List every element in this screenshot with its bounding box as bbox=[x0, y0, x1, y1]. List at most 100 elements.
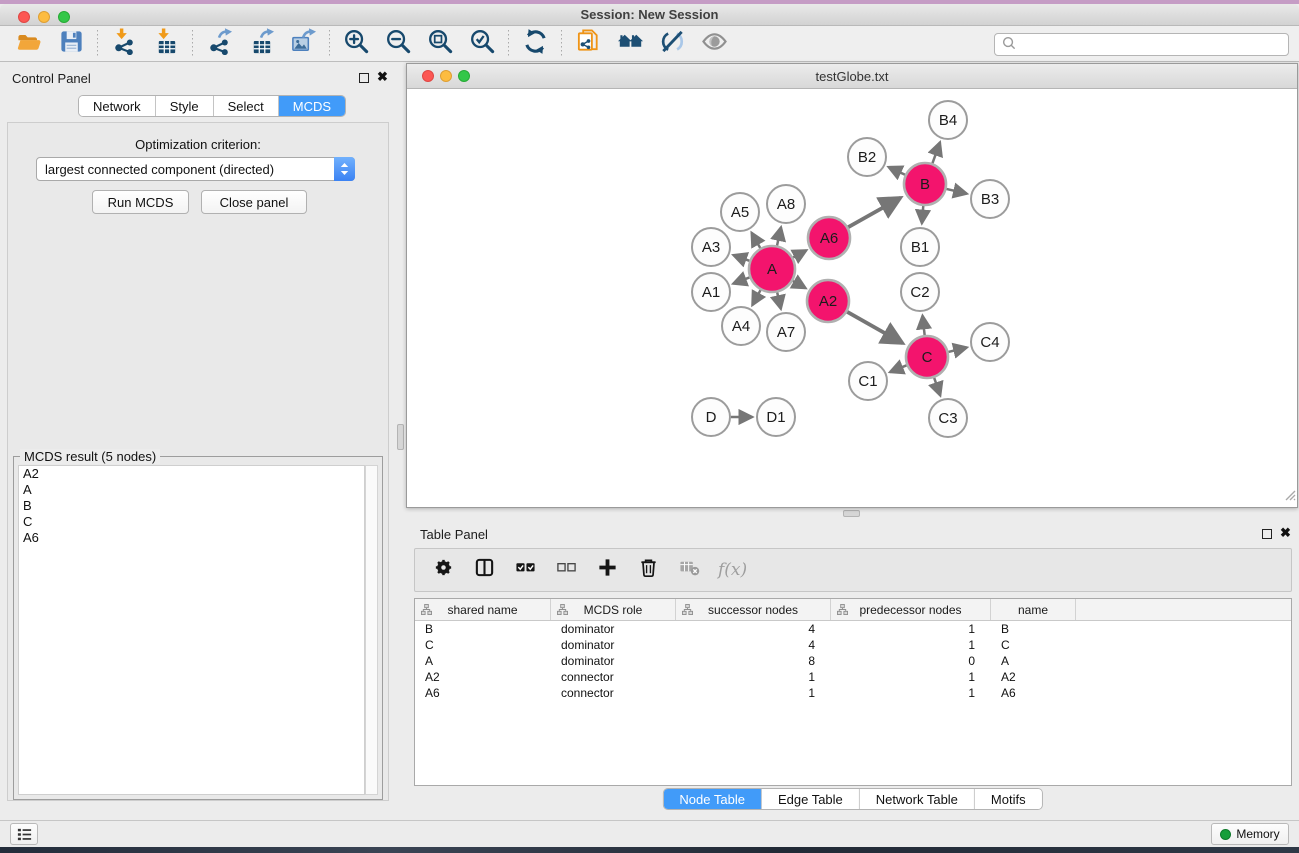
mcds-result-item[interactable]: C bbox=[19, 514, 364, 530]
edge-A-A5[interactable] bbox=[752, 233, 761, 248]
edge-C-C4[interactable] bbox=[948, 348, 966, 352]
main-titlebar[interactable]: Session: New Session bbox=[0, 4, 1299, 26]
table-cell[interactable]: 1 bbox=[831, 622, 991, 636]
criterion-dropdown[interactable]: largest connected component (directed) bbox=[36, 157, 355, 181]
column-header-successor-nodes[interactable]: successor nodes bbox=[676, 599, 831, 620]
edge-A-A8[interactable] bbox=[777, 227, 781, 245]
node-A2[interactable]: A2 bbox=[807, 280, 849, 322]
node-C3[interactable]: C3 bbox=[929, 399, 967, 437]
node-A5[interactable]: A5 bbox=[721, 193, 759, 231]
table-cell[interactable]: A2 bbox=[991, 670, 1076, 684]
table-cell[interactable]: A bbox=[415, 654, 551, 668]
node-B2[interactable]: B2 bbox=[848, 138, 886, 176]
mcds-result-list[interactable]: A2ABCA6 bbox=[18, 465, 365, 795]
node-C[interactable]: C bbox=[906, 336, 948, 378]
close-panel-icon[interactable]: ✖ bbox=[377, 69, 388, 85]
table-cell[interactable]: 0 bbox=[831, 654, 991, 668]
edge-A2-C[interactable] bbox=[847, 312, 902, 343]
edge-C-C3[interactable] bbox=[934, 378, 940, 396]
table-settings-button[interactable] bbox=[431, 558, 455, 582]
node-A1[interactable]: A1 bbox=[692, 273, 730, 311]
network-window-titlebar[interactable]: testGlobe.txt bbox=[407, 64, 1297, 89]
table-cell[interactable]: A bbox=[991, 654, 1076, 668]
table-cell[interactable]: dominator bbox=[551, 622, 676, 636]
table-cell[interactable]: connector bbox=[551, 670, 676, 684]
edge-A-A3[interactable] bbox=[733, 255, 749, 261]
import-table-button[interactable] bbox=[145, 28, 187, 60]
table-cell[interactable]: 1 bbox=[831, 686, 991, 700]
open-session-button[interactable] bbox=[8, 28, 50, 60]
edge-B-B4[interactable] bbox=[932, 142, 940, 163]
search-input[interactable] bbox=[1020, 38, 1288, 52]
deselect-all-button[interactable] bbox=[554, 558, 578, 582]
table-row[interactable]: Bdominator41B bbox=[415, 621, 1291, 637]
select-all-button[interactable] bbox=[513, 558, 537, 582]
table-row[interactable]: Cdominator41C bbox=[415, 637, 1291, 653]
node-A3[interactable]: A3 bbox=[692, 228, 730, 266]
show-columns-button[interactable] bbox=[472, 558, 496, 582]
mcds-result-item[interactable]: B bbox=[19, 498, 364, 514]
table-row[interactable]: A2connector11A2 bbox=[415, 669, 1291, 685]
delete-column-button[interactable] bbox=[636, 558, 660, 582]
table-cell[interactable]: B bbox=[991, 622, 1076, 636]
export-network-button[interactable] bbox=[198, 28, 240, 60]
zoom-out-button[interactable] bbox=[377, 28, 419, 60]
edge-A6-B[interactable] bbox=[848, 198, 900, 227]
zoom-in-button[interactable] bbox=[335, 28, 377, 60]
node-C1[interactable]: C1 bbox=[849, 362, 887, 400]
table-cell[interactable]: 1 bbox=[676, 670, 831, 684]
memory-button[interactable]: Memory bbox=[1211, 823, 1289, 845]
node-D[interactable]: D bbox=[692, 398, 730, 436]
tab-style[interactable]: Style bbox=[156, 96, 214, 116]
clone-network-button[interactable] bbox=[567, 28, 609, 60]
tab-motifs[interactable]: Motifs bbox=[975, 789, 1042, 809]
edge-C-C2[interactable] bbox=[923, 316, 925, 336]
table-cell[interactable]: C bbox=[991, 638, 1076, 652]
table-cell[interactable]: 1 bbox=[676, 686, 831, 700]
import-network-button[interactable] bbox=[103, 28, 145, 60]
edge-C-C1[interactable] bbox=[890, 365, 907, 372]
column-header-name[interactable]: name bbox=[991, 599, 1076, 620]
window-resize-grip[interactable] bbox=[1283, 488, 1296, 506]
tab-node-table[interactable]: Node Table bbox=[663, 789, 762, 809]
node-A[interactable]: A bbox=[749, 246, 795, 292]
birds-eye-view-button[interactable] bbox=[693, 28, 735, 60]
edge-A-A1[interactable] bbox=[733, 277, 749, 283]
column-header-predecessor-nodes[interactable]: predecessor nodes bbox=[831, 599, 991, 620]
table-close-panel-icon[interactable]: ✖ bbox=[1280, 525, 1291, 541]
table-cell[interactable]: A2 bbox=[415, 670, 551, 684]
table-cell[interactable]: 8 bbox=[676, 654, 831, 668]
node-A4[interactable]: A4 bbox=[722, 307, 760, 345]
zoom-selected-button[interactable] bbox=[461, 28, 503, 60]
edge-B-B2[interactable] bbox=[889, 167, 906, 175]
table-cell[interactable]: A6 bbox=[415, 686, 551, 700]
node-B1[interactable]: B1 bbox=[901, 228, 939, 266]
network-canvas[interactable]: B4B2BB3A8A5A6A3B1AA1C2A2A4A7C4CC1C3DD1 bbox=[407, 89, 1297, 507]
table-cell[interactable]: 4 bbox=[676, 638, 831, 652]
search-box[interactable] bbox=[994, 33, 1289, 56]
result-list-scrollbar[interactable] bbox=[365, 465, 378, 795]
column-header-MCDS-role[interactable]: MCDS role bbox=[551, 599, 676, 620]
run-mcds-button[interactable]: Run MCDS bbox=[92, 190, 189, 214]
table-cell[interactable]: dominator bbox=[551, 638, 676, 652]
node-B[interactable]: B bbox=[904, 163, 946, 205]
add-column-button[interactable] bbox=[595, 558, 619, 582]
refresh-button[interactable] bbox=[514, 28, 556, 60]
node-B4[interactable]: B4 bbox=[929, 101, 967, 139]
hide-graphics-details-button[interactable] bbox=[651, 28, 693, 60]
column-header-shared-name[interactable]: shared name bbox=[415, 599, 551, 620]
edge-B-B1[interactable] bbox=[922, 206, 923, 223]
close-panel-button[interactable]: Close panel bbox=[201, 190, 307, 214]
table-cell[interactable]: 1 bbox=[831, 638, 991, 652]
table-cell[interactable]: C bbox=[415, 638, 551, 652]
zoom-fit-button[interactable] bbox=[419, 28, 461, 60]
node-C4[interactable]: C4 bbox=[971, 323, 1009, 361]
table-cell[interactable]: connector bbox=[551, 686, 676, 700]
table-cell[interactable]: B bbox=[415, 622, 551, 636]
mcds-result-item[interactable]: A2 bbox=[19, 466, 364, 482]
delete-table-button[interactable] bbox=[677, 558, 701, 582]
export-table-button[interactable] bbox=[240, 28, 282, 60]
save-session-button[interactable] bbox=[50, 28, 92, 60]
tab-edge-table[interactable]: Edge Table bbox=[762, 789, 860, 809]
edge-A-A2[interactable] bbox=[793, 281, 806, 288]
